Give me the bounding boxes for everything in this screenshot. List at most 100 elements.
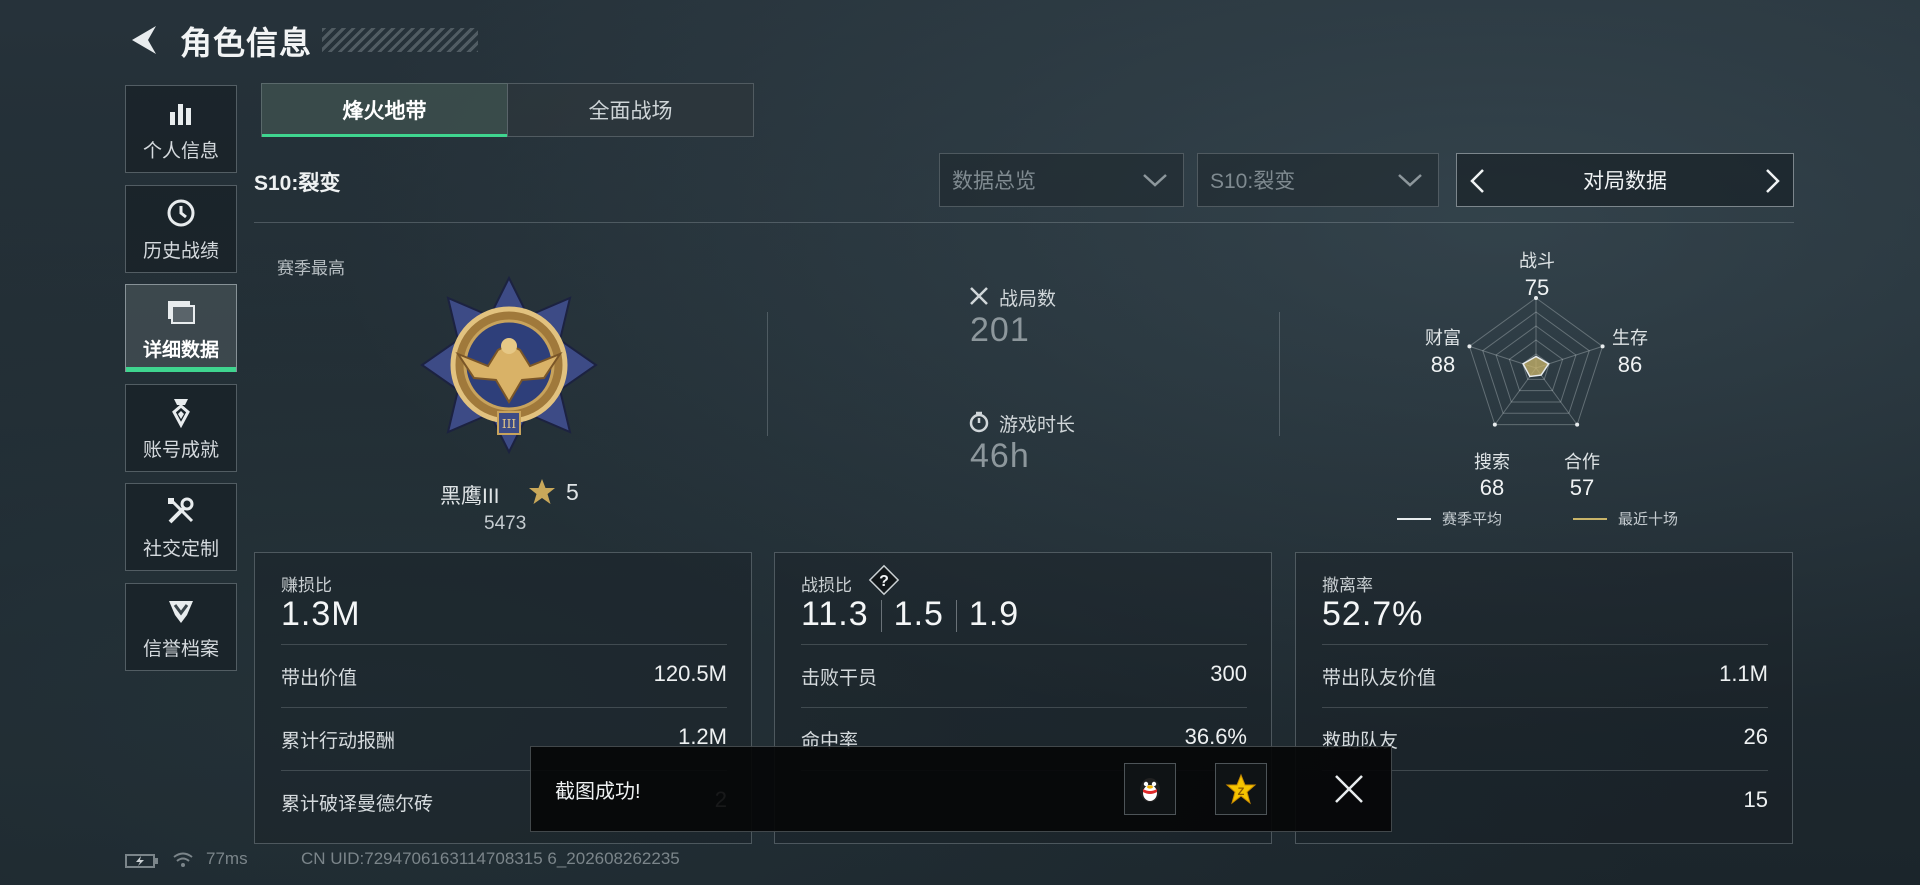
stopwatch-icon xyxy=(969,411,989,433)
sidebar-item-label: 社交定制 xyxy=(142,538,219,560)
sidebar-item-achievements[interactable]: 账号成就 xyxy=(125,384,237,472)
sidebar-item-label: 详细数据 xyxy=(142,339,219,361)
card-title: 战损比 xyxy=(801,576,852,595)
divider xyxy=(801,707,1247,708)
row-value: 15 xyxy=(1743,787,1768,812)
close-icon[interactable] xyxy=(1333,773,1365,805)
shield-badge-icon xyxy=(164,594,198,628)
divider xyxy=(281,644,727,645)
chevron-down-icon xyxy=(1398,174,1422,187)
season-title: S10:裂变 xyxy=(254,172,341,195)
chevron-down-icon xyxy=(1143,174,1167,187)
battery-charging-icon xyxy=(125,854,158,868)
kd-value-overall: 11.3 xyxy=(801,595,869,633)
eagle-medal-icon: III xyxy=(420,275,598,455)
data-type-selector: 对局数据 xyxy=(1456,153,1794,207)
divider xyxy=(767,312,768,436)
card-title: 赚损比 xyxy=(281,576,332,595)
radar-axis-value: 86 xyxy=(1617,352,1643,377)
divider xyxy=(1322,707,1768,708)
divider xyxy=(281,707,727,708)
chevron-right-icon[interactable] xyxy=(1759,167,1785,195)
row-label: 累计行动报酬 xyxy=(281,731,396,752)
medal-icon xyxy=(164,395,198,429)
dropdown-value: 数据总览 xyxy=(952,170,1036,193)
sidebar-item-label: 历史战绩 xyxy=(142,240,219,262)
radar-axis-value: 57 xyxy=(1569,475,1595,500)
radar-axis-label: 战斗 xyxy=(1519,251,1555,271)
bar-chart-icon xyxy=(164,96,198,130)
star-icon xyxy=(529,479,555,504)
radar-axis-value: 75 xyxy=(1524,275,1550,300)
matches-value: 201 xyxy=(970,311,1030,349)
crossed-swords-icon xyxy=(970,287,988,305)
rank-score: 5473 xyxy=(484,513,527,534)
kd-value-third: 1.9 xyxy=(968,595,1020,633)
sidebar-item-label: 信誉档案 xyxy=(142,638,219,660)
divider xyxy=(880,600,882,633)
svg-text:Z: Z xyxy=(1238,786,1245,798)
playtime-label: 游戏时长 xyxy=(999,415,1076,436)
radar-axis-dot xyxy=(1575,422,1580,427)
sidebar-item-social-custom[interactable]: 社交定制 xyxy=(125,483,237,571)
selector-value: 对局数据 xyxy=(1583,170,1667,193)
sidebar-item-label: 账号成就 xyxy=(142,439,219,461)
clock-history-icon xyxy=(164,196,198,230)
wifi-icon xyxy=(173,852,193,867)
radar-axis-label: 生存 xyxy=(1612,328,1648,348)
radar-axis-value: 68 xyxy=(1479,475,1505,500)
radar-axis-label: 搜索 xyxy=(1474,452,1510,472)
row-value: 26 xyxy=(1743,724,1768,749)
row-label: 累计破译曼德尔砖 xyxy=(281,794,434,815)
sidebar-item-credit-profile[interactable]: 信誉档案 xyxy=(125,583,237,671)
divider xyxy=(1279,312,1280,436)
share-qq-button[interactable] xyxy=(1124,763,1176,815)
divider xyxy=(254,222,1794,223)
radar-axis-dot xyxy=(1492,422,1497,427)
radar-axis-label: 合作 xyxy=(1564,452,1600,472)
data-overview-dropdown[interactable]: 数据总览 xyxy=(939,153,1184,207)
kd-values: 11.3 1.5 1.9 xyxy=(801,595,1019,634)
folder-icon xyxy=(164,295,198,329)
player-uid: CN UID:7294706163114708315 6_20260826223… xyxy=(301,849,680,868)
season-dropdown[interactable]: S10:裂变 xyxy=(1197,153,1439,207)
radar-axis-value: 88 xyxy=(1430,352,1456,377)
rank-name: 黑鹰III xyxy=(440,485,500,508)
qq-penguin-icon xyxy=(1140,778,1160,802)
divider xyxy=(801,644,1247,645)
radar-axis-label: 财富 xyxy=(1425,328,1461,348)
title-decoration xyxy=(322,28,478,52)
question-icon[interactable]: ? xyxy=(867,563,901,597)
share-qzone-button[interactable]: Z xyxy=(1215,763,1267,815)
row-label: 带出队友价值 xyxy=(1322,668,1437,689)
ping-indicator: 77ms xyxy=(206,849,248,868)
divider xyxy=(955,600,957,633)
svg-text:III: III xyxy=(502,417,516,431)
sidebar-item-label: 个人信息 xyxy=(142,140,219,162)
profit-ratio-value: 1.3M xyxy=(281,595,361,633)
radar-value-shape xyxy=(1522,355,1550,378)
row-value: 300 xyxy=(1210,661,1247,686)
playtime-value: 46h xyxy=(970,437,1030,475)
extraction-rate-value: 52.7% xyxy=(1322,595,1424,633)
legend-swatch-season xyxy=(1397,518,1431,520)
sidebar-item-personal-info[interactable]: 个人信息 xyxy=(125,85,237,173)
screenshot-toast: 截图成功! Z xyxy=(530,746,1392,832)
row-label: 击败干员 xyxy=(801,668,878,689)
kd-value-second: 1.5 xyxy=(893,595,944,633)
sidebar-item-detailed-data[interactable]: 详细数据 xyxy=(125,284,237,372)
svg-text:?: ? xyxy=(879,573,889,590)
tab-full-battlefield[interactable]: 全面战场 xyxy=(507,83,754,137)
qzone-star-icon: Z xyxy=(1225,773,1257,805)
back-arrow-icon[interactable] xyxy=(126,22,160,58)
legend-recent-label: 最近十场 xyxy=(1618,511,1679,528)
card-title: 撤离率 xyxy=(1322,576,1373,595)
row-label: 带出价值 xyxy=(281,668,358,689)
row-value: 1.1M xyxy=(1719,661,1768,686)
chevron-left-icon[interactable] xyxy=(1465,167,1491,195)
season-best-caption: 赛季最高 xyxy=(277,259,345,278)
sidebar-item-match-history[interactable]: 历史战绩 xyxy=(125,185,237,273)
dropdown-value: S10:裂变 xyxy=(1210,170,1296,193)
tab-warzone-hazard[interactable]: 烽火地带 xyxy=(261,83,508,137)
rank-star-count: 5 xyxy=(566,479,579,505)
